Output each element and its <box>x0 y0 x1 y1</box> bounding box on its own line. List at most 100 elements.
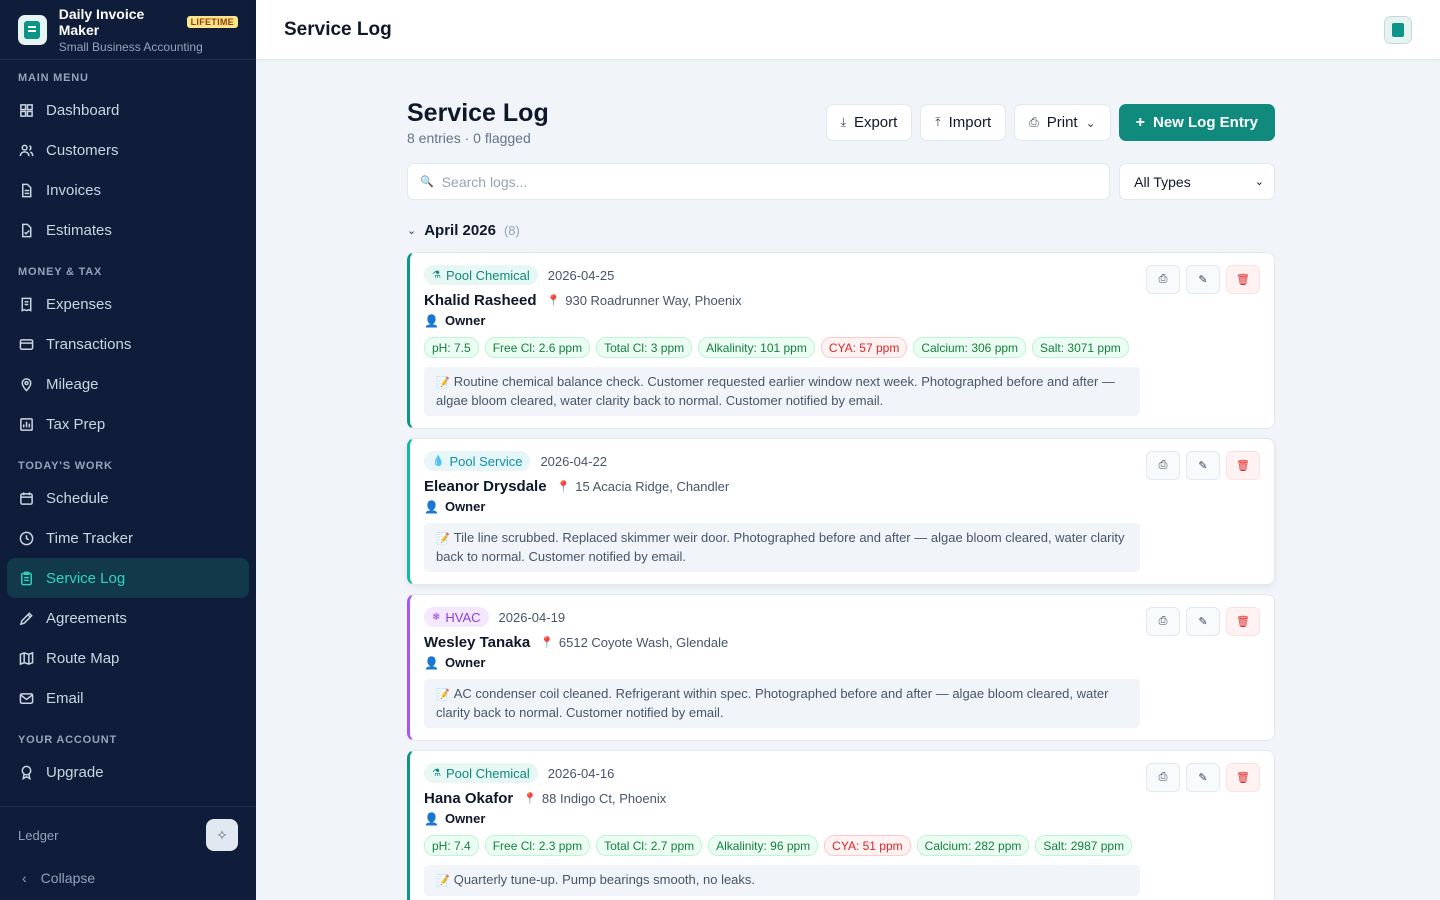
sidebar-item-time-tracker[interactable]: Time Tracker <box>7 518 249 558</box>
service-type-badge: ⚗ Pool Chemical <box>424 763 538 783</box>
ledger-label: Ledger <box>18 827 59 843</box>
entry-note: 📝 Quarterly tune-up. Pump bearings smooth… <box>424 865 1140 896</box>
edit-entry-button[interactable]: ✎ <box>1186 451 1220 480</box>
entry-date: 2026-04-19 <box>498 609 566 625</box>
sidebar-item-label: Email <box>46 689 84 707</box>
export-button[interactable]: ⤓ Export <box>825 104 913 141</box>
avatar-icon[interactable] <box>1384 15 1412 44</box>
reading-chip: Salt: 3071 ppm <box>1032 337 1129 358</box>
map-icon <box>19 651 34 666</box>
type-filter-select[interactable]: All Types ⌄ <box>1119 163 1275 200</box>
sidebar-item-expenses[interactable]: Expenses <box>7 284 249 324</box>
delete-entry-button[interactable]: 🗑 <box>1226 763 1260 792</box>
log-entry-card[interactable]: ❄ HVAC 2026-04-19 Wesley Tanaka 📍 6512 C… <box>407 594 1275 741</box>
file-icon <box>19 183 34 198</box>
service-type-label: Pool Chemical <box>445 267 530 283</box>
sidebar-item-label: Mileage <box>46 375 99 393</box>
edit-entry-button[interactable]: ✎ <box>1186 265 1220 294</box>
reading-chip: Free Cl: 2.6 ppm <box>484 337 591 358</box>
print-entry-button[interactable]: ⎙ <box>1146 265 1180 294</box>
map-pin-icon: 📍 <box>540 637 554 649</box>
address: 📍 930 Roadrunner Way, Phoenix <box>547 293 742 308</box>
nav-section-label: YOUR ACCOUNT <box>18 734 118 746</box>
contact-role-label: Owner <box>444 811 486 826</box>
sidebar-item-upgrade[interactable]: Upgrade <box>7 752 249 792</box>
print-entry-button[interactable]: ⎙ <box>1146 763 1180 792</box>
card-actions: ⎙ ✎ 🗑 <box>1146 265 1260 294</box>
sidebar-item-schedule[interactable]: Schedule <box>7 478 249 518</box>
import-button[interactable]: ⤒ Import <box>920 104 1007 141</box>
pencil-icon: ✎ <box>1198 274 1208 286</box>
readings-row: pH: 7.4 Free Cl: 2.3 ppm Total Cl: 2.7 ppm… <box>424 835 1260 856</box>
sidebar-item-mileage[interactable]: Mileage <box>7 364 249 404</box>
collapse-button[interactable]: ‹ Collapse <box>0 863 256 893</box>
reading-chip: Calcium: 282 ppm <box>916 835 1030 856</box>
sidebar-item-label: Time Tracker <box>46 529 133 547</box>
customer-name[interactable]: Eleanor Drysdale <box>424 478 547 495</box>
address-text: 15 Acacia Ridge, Chandler <box>575 479 730 494</box>
edit-entry-button[interactable]: ✎ <box>1186 607 1220 636</box>
sidebar-item-customers[interactable]: Customers <box>7 130 249 170</box>
brand[interactable]: Daily Invoice Maker LIFETIME Small Busin… <box>0 0 256 60</box>
log-entry-card[interactable]: ⚗ Pool Chemical 2026-04-25 Khalid Rashee… <box>407 252 1275 429</box>
log-entry-card[interactable]: ⚗ Pool Chemical 2026-04-16 Hana Okafor 📍… <box>407 750 1275 900</box>
delete-entry-button[interactable]: 🗑 <box>1226 451 1260 480</box>
service-type-label: Pool Service <box>449 453 523 469</box>
upload-icon: ⤒ <box>935 115 941 129</box>
entry-note-text: Quarterly tune-up. Pump bearings smooth,… <box>453 872 756 887</box>
users-icon <box>19 143 34 158</box>
memo-icon: 📝 <box>436 533 450 545</box>
award-icon <box>19 765 34 780</box>
reading-chip: Salt: 2987 ppm <box>1035 835 1133 856</box>
entry-note: 📝 Routine chemical balance check. Custome… <box>424 367 1140 416</box>
user-icon: 👤 <box>424 499 439 514</box>
header-actions: ⤓ Export ⤒ Import ⎙ Print ⌄ + New Log En… <box>825 104 1275 141</box>
customer-name[interactable]: Hana Okafor <box>424 790 513 807</box>
nav-section-label: MONEY & TAX <box>18 266 103 278</box>
pencil-icon: ✎ <box>1198 772 1208 784</box>
new-log-entry-button[interactable]: + New Log Entry <box>1118 104 1275 141</box>
sidebar-item-invoices[interactable]: Invoices <box>7 170 249 210</box>
reading-chip: Total Cl: 3 ppm <box>596 337 693 358</box>
delete-entry-button[interactable]: 🗑 <box>1226 265 1260 294</box>
sidebar-item-email[interactable]: Email <box>7 678 249 718</box>
customer-name[interactable]: Wesley Tanaka <box>424 634 530 651</box>
customer-name[interactable]: Khalid Rasheed <box>424 292 537 309</box>
log-entry-card[interactable]: 💧 Pool Service 2026-04-22 Eleanor Drysda… <box>407 438 1275 585</box>
chevron-down-icon: ⌄ <box>407 224 417 237</box>
search-input[interactable] <box>441 173 1098 190</box>
sidebar-item-tax-prep[interactable]: Tax Prep <box>7 404 249 444</box>
entry-note-text: Routine chemical balance check. Customer… <box>436 374 1115 408</box>
sidebar-item-service-log[interactable]: Service Log <box>7 558 249 598</box>
edit-entry-button[interactable]: ✎ <box>1186 763 1220 792</box>
print-button[interactable]: ⎙ Print ⌄ <box>1014 104 1111 141</box>
grid-icon <box>19 103 34 118</box>
ledger-row: Ledger ✧ <box>0 807 256 863</box>
user-icon: 👤 <box>424 655 439 670</box>
service-type-label: HVAC <box>445 609 481 625</box>
topbar-title: Service Log <box>284 18 392 40</box>
delete-entry-button[interactable]: 🗑 <box>1226 607 1260 636</box>
print-entry-button[interactable]: ⎙ <box>1146 451 1180 480</box>
sidebar-item-transactions[interactable]: Transactions <box>7 324 249 364</box>
chevron-down-icon: ⌄ <box>1254 176 1264 188</box>
sparkle-icon[interactable]: ✧ <box>206 819 238 851</box>
lifetime-badge: LIFETIME <box>186 15 238 28</box>
sidebar-item-estimates[interactable]: Estimates <box>7 210 249 250</box>
memo-icon: 📝 <box>436 377 450 389</box>
print-entry-button[interactable]: ⎙ <box>1146 607 1180 636</box>
reading-chip: Calcium: 306 ppm <box>913 337 1027 358</box>
sidebar-item-route-map[interactable]: Route Map <box>7 638 249 678</box>
customer-row: Wesley Tanaka 📍 6512 Coyote Wash, Glenda… <box>424 634 1260 651</box>
mail-icon <box>19 691 34 706</box>
contact-role: 👤 Owner <box>424 655 1260 670</box>
search-box[interactable]: 🔍 <box>407 163 1111 200</box>
month-group-header[interactable]: ⌄ April 2026 (8) <box>407 220 1275 240</box>
reading-chip: Alkalinity: 101 ppm <box>698 337 815 358</box>
sidebar-item-agreements[interactable]: Agreements <box>7 598 249 638</box>
entry-note: 📝 Tile line scrubbed. Replaced skimmer we… <box>424 523 1140 572</box>
memo-icon: 📝 <box>436 875 450 887</box>
page-header: Service Log 8 entries · 0 flagged ⤓ Expo… <box>407 98 1275 146</box>
sidebar-item-dashboard[interactable]: Dashboard <box>7 90 249 130</box>
entry-note: 📝 AC condenser coil cleaned. Refrigerant … <box>424 679 1140 728</box>
